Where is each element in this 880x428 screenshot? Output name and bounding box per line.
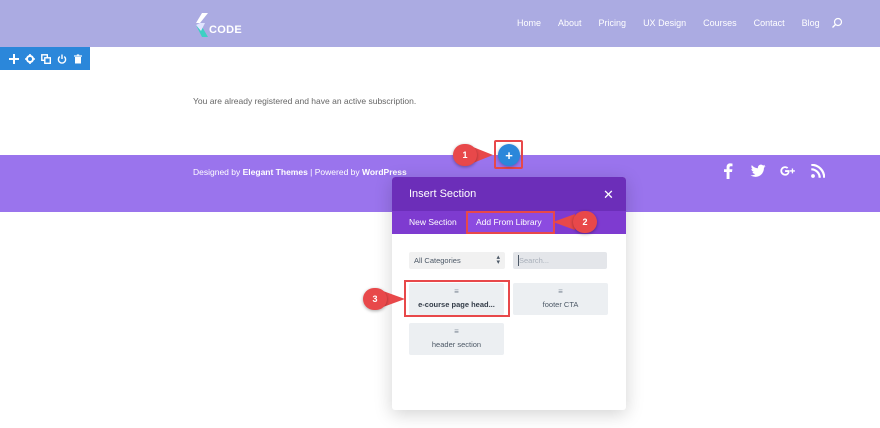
text-caret (518, 255, 519, 266)
facebook-icon[interactable] (720, 163, 736, 179)
subscription-message: You are already registered and have an a… (193, 96, 417, 106)
wordpress-link[interactable]: WordPress (362, 167, 407, 177)
library-item-label: header section (431, 340, 482, 349)
tab-add-from-library[interactable]: Add From Library (466, 211, 555, 234)
gear-icon[interactable] (24, 53, 36, 65)
footer-credit: Designed by Elegant Themes | Powered by … (193, 167, 407, 177)
credit-prefix: Designed by (193, 167, 243, 177)
nav-pricing[interactable]: Pricing (599, 18, 627, 28)
rss-icon[interactable] (810, 163, 826, 179)
callout-1: 1 (453, 144, 495, 166)
elegant-themes-link[interactable]: Elegant Themes (243, 167, 308, 177)
modal-header: Insert Section ✕ (392, 177, 626, 211)
callout-3: 3 (363, 288, 407, 310)
nav-home[interactable]: Home (517, 18, 541, 28)
chevron-updown-icon: ▴ ▾ (496, 254, 500, 266)
nav-blog[interactable]: Blog (802, 18, 820, 28)
nav-ux-design[interactable]: UX Design (643, 18, 686, 28)
layout-icon: ≡ (558, 287, 563, 296)
library-item-header-section[interactable]: ≡ header section (409, 323, 504, 355)
library-search-placeholder: Search... (519, 256, 550, 265)
nav-contact[interactable]: Contact (754, 18, 785, 28)
callout-number: 1 (453, 144, 477, 166)
social-links (720, 163, 826, 179)
twitter-icon[interactable] (750, 163, 766, 179)
library-item-label: footer CTA (542, 300, 579, 309)
search-icon[interactable] (831, 17, 843, 29)
layout-icon: ≡ (454, 327, 459, 336)
library-search-input[interactable]: Search... (513, 252, 607, 269)
nav-about[interactable]: About (558, 18, 582, 28)
add-section-button[interactable]: + (498, 144, 520, 166)
main-nav: Home About Pricing UX Design Courses Con… (517, 17, 843, 29)
nav-courses[interactable]: Courses (703, 18, 737, 28)
callout-number: 2 (573, 211, 597, 233)
duplicate-icon[interactable] (40, 53, 52, 65)
power-icon[interactable] (56, 53, 68, 65)
library-item-footer-cta[interactable]: ≡ footer CTA (513, 283, 608, 315)
site-header: CODE Home About Pricing UX Design Course… (0, 0, 880, 47)
move-icon[interactable] (8, 53, 20, 65)
library-item-highlight (404, 280, 510, 317)
logo-text[interactable]: CODE (209, 24, 242, 36)
page: CODE Home About Pricing UX Design Course… (0, 0, 880, 428)
callout-number: 3 (363, 288, 387, 310)
trash-icon[interactable] (72, 53, 84, 65)
callout-2: 2 (551, 211, 599, 233)
tab-new-section[interactable]: New Section (409, 217, 457, 227)
google-plus-icon[interactable] (780, 163, 796, 179)
credit-middle: | Powered by (307, 167, 362, 177)
category-select[interactable]: All Categories ▴ ▾ (409, 252, 505, 269)
section-toolbar (0, 47, 90, 70)
close-icon[interactable]: ✕ (603, 187, 614, 203)
modal-title: Insert Section (409, 188, 477, 200)
tab-add-from-library-label: Add From Library (476, 217, 542, 227)
category-select-value: All Categories (414, 256, 461, 265)
